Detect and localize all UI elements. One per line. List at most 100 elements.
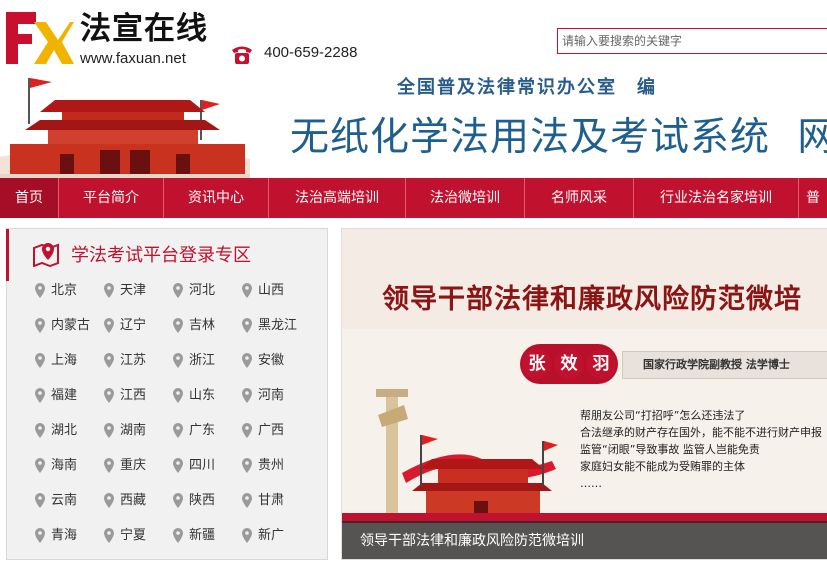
region-label: 山西 [258,283,285,298]
region-link[interactable]: 云南 [35,491,105,511]
region-link[interactable]: 上海 [35,351,105,371]
region-label: 湖南 [120,423,147,438]
region-label: 贵州 [258,458,285,473]
region-link[interactable]: 山西 [242,281,312,301]
promo-headline: 领导干部法律和廉政风险防范微培 [382,284,802,315]
logo-url: www.faxuan.net [80,50,186,67]
panel-title: 学法考试平台登录专区 [71,245,251,266]
location-pin-icon [173,528,183,543]
region-link[interactable]: 西藏 [104,491,174,511]
region-label: 云南 [51,493,78,508]
location-pin-icon [242,528,252,543]
region-link[interactable]: 新疆 [173,526,243,546]
location-pin-icon [104,528,114,543]
system-title-overflow: 网 [797,115,827,160]
region-label: 吉林 [189,318,216,333]
login-zone-panel: 学法考试平台登录专区 北京 天津 河北 山西内蒙古 辽宁 吉林 黑龙江上海 江苏 浙江 安徽福建 江… [6,228,328,560]
region-link[interactable]: 青海 [35,526,105,546]
region-label: 河北 [189,283,216,298]
region-label: 海南 [51,458,78,473]
location-pin-icon [35,283,45,298]
region-link[interactable]: 浙江 [173,351,243,371]
tiananmen-image [0,70,250,178]
system-title-text: 无纸化学法用法及考试系统 [290,115,771,160]
region-link[interactable]: 四川 [173,456,243,476]
region-link[interactable]: 湖北 [35,421,105,441]
location-pin-icon [104,458,114,473]
region-link[interactable]: 贵州 [242,456,312,476]
region-link[interactable]: 新广 [242,526,312,546]
main-nav: 首页 平台简介 资讯中心 法治高端培训 法治微培训 名师风采 行业法治名家培训 … [0,178,827,218]
region-link[interactable]: 河北 [173,281,243,301]
region-link[interactable]: 陕西 [173,491,243,511]
nav-home[interactable]: 首页 [0,178,58,218]
region-link[interactable]: 黑龙江 [242,316,312,336]
region-label: 北京 [51,283,78,298]
region-link[interactable]: 安徽 [242,351,312,371]
promo-topic: 家庭妇女能不能成为受贿罪的主体 [580,460,745,473]
phone-icon [232,46,252,64]
region-label: 江苏 [120,353,147,368]
region-label: 湖北 [51,423,78,438]
region-link[interactable]: 内蒙古 [35,316,105,336]
region-link[interactable]: 甘肃 [242,491,312,511]
promo-banner[interactable]: 领导干部法律和廉政风险防范微培 张 效 羽 国家行政学院副教授 法学博士 帮朋友… [341,228,827,560]
region-link[interactable]: 江西 [104,386,174,406]
region-link[interactable]: 广东 [173,421,243,441]
fx-logo-icon [6,12,74,64]
region-link[interactable]: 江苏 [104,351,174,371]
region-link[interactable]: 北京 [35,281,105,301]
location-pin-icon [242,388,252,403]
promo-topic: 监管“闭眼”导致事故 监管人岂能免责 [580,443,760,456]
nav-industry-experts[interactable]: 行业法治名家培训 [634,178,798,218]
header: 法宣在线 www.faxuan.net 400-659-2288 请输入要搜索的… [0,0,827,178]
location-pin-icon [35,528,45,543]
region-label: 福建 [51,388,78,403]
region-link[interactable]: 海南 [35,456,105,476]
nav-more[interactable]: 普 [806,178,827,218]
nav-news-center[interactable]: 资讯中心 [164,178,268,218]
region-link[interactable]: 天津 [104,281,174,301]
nav-divider [798,178,799,218]
region-link[interactable]: 山东 [173,386,243,406]
search-input[interactable] [557,28,827,54]
location-pin-icon [173,283,183,298]
region-link[interactable]: 辽宁 [104,316,174,336]
promo-topic: 合法继承的财产存在国外，能不能不进行财产申报 [580,426,822,439]
speaker-name-char: 效 [554,349,584,379]
nav-advanced-training[interactable]: 法治高端培训 [269,178,405,218]
region-label: 江西 [120,388,147,403]
location-pin-icon [173,388,183,403]
region-link[interactable]: 广西 [242,421,312,441]
region-link[interactable]: 吉林 [173,316,243,336]
region-link[interactable]: 河南 [242,386,312,406]
region-link[interactable]: 宁夏 [104,526,174,546]
region-label: 新疆 [189,528,216,543]
region-label: 宁夏 [120,528,147,543]
location-pin-icon [35,388,45,403]
speaker-credential: 国家行政学院副教授 法学博士 [622,351,827,379]
region-link[interactable]: 福建 [35,386,105,406]
promo-caption[interactable]: 领导干部法律和廉政风险防范微培训 [342,521,827,559]
nav-micro-training[interactable]: 法治微培训 [406,178,524,218]
location-pin-icon [173,353,183,368]
region-link[interactable]: 重庆 [104,456,174,476]
promo-topic-list: 帮朋友公司“打招呼”怎么还违法了 合法继承的财产存在国外，能不能不进行财产申报 … [580,407,822,492]
location-pin-icon [35,493,45,508]
region-label: 内蒙古 [51,318,91,333]
location-pin-icon [104,493,114,508]
location-pin-icon [242,423,252,438]
region-label: 甘肃 [258,493,285,508]
nav-platform-intro[interactable]: 平台简介 [59,178,163,218]
location-pin-icon [173,423,183,438]
location-pin-icon [242,493,252,508]
nav-famous-teachers[interactable]: 名师风采 [525,178,633,218]
region-link[interactable]: 湖南 [104,421,174,441]
region-label: 上海 [51,353,78,368]
panel-accent-bar [6,229,9,281]
location-pin-icon [104,388,114,403]
region-label: 辽宁 [120,318,147,333]
location-pin-icon [173,493,183,508]
site-logo[interactable]: 法宣在线 www.faxuan.net [6,10,221,70]
phone-number: 400-659-2288 [264,44,358,61]
